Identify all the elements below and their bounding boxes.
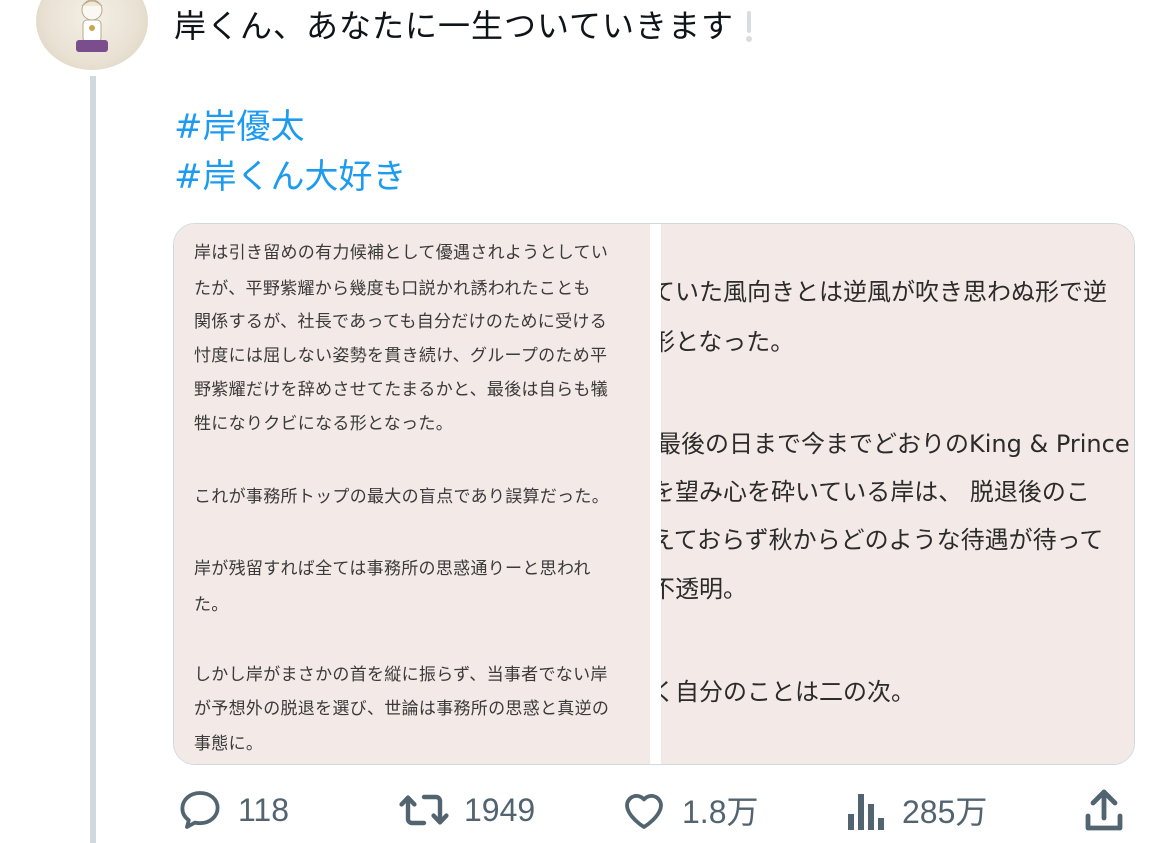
share-icon [1085, 789, 1123, 831]
image-text-line: 岸が残留すれば全ては事務所の思惑通りーと思われ [194, 559, 591, 579]
image-text-line: 不透明。 [661, 575, 747, 603]
image-text-line: 牲になりクビになる形となった。 [194, 414, 453, 434]
image-text-line: しかし岸がまさかの首を縦に振らず、当事者でない岸 [194, 665, 608, 685]
reply-count: 118 [238, 791, 290, 828]
media-gallery: 岸は引き留めの有力候補として優遇されようとしてい たが、平野紫耀から幾度も口説か… [173, 223, 1135, 765]
image-text-line: 岸は引き留めの有力候補として優遇されようとしてい [194, 243, 609, 263]
tweet-text: 岸くん、あなたに一生ついていきます [174, 6, 754, 46]
image-text-line: ていた風向きとは逆風が吹き思わぬ形で逆 [661, 278, 1107, 306]
retweet-count: 1949 [464, 791, 536, 828]
like-count: 1.8万 [682, 794, 759, 830]
image-text-line: えておらず秋からどのような待遇が待って [661, 526, 1104, 554]
media-divider [650, 224, 661, 764]
reply-icon [180, 791, 220, 829]
image-text-line: 事態に。 [194, 734, 264, 754]
image-text-line: 忖度には屈しない姿勢を貫き続け、グループのため平 [194, 346, 608, 366]
hashtag-link[interactable]: #岸くん大好き [174, 155, 407, 199]
like-icon [625, 794, 663, 829]
image-text-line: これが事務所トップの最大の盲点であり誤算だった。 [194, 487, 610, 507]
image-text-line: 野紫耀だけを辞めさせてたまるかと、最後は自らも犠 [194, 380, 609, 400]
image-text-line: た。 [194, 595, 229, 615]
media-image-left[interactable]: 岸は引き留めの有力候補として優遇されようとしてい たが、平野紫耀から幾度も口説か… [174, 224, 650, 764]
tweet-text-content: 岸くん、あなたに一生ついていきます [174, 7, 735, 45]
image-text-line: 形となった。 [661, 328, 795, 356]
image-text-line: たが、平野紫耀から幾度も口説かれ誘われたことも [194, 279, 591, 299]
views-count: 285万 [902, 794, 988, 830]
reply-button[interactable]: 118 [176, 780, 289, 840]
image-text-line: を望み心を砕いている岸は、 脱退後のこ [661, 478, 1090, 506]
action-bar: 118 1949 1.8万 285万 [0, 780, 1170, 840]
retweet-icon [399, 794, 449, 826]
retweet-button[interactable]: 1949 [398, 780, 535, 840]
image-text-line: く自分のことは二の次。 [661, 678, 915, 706]
image-text-line: 最後の日まで今までどおりのKing & Prince [661, 430, 1130, 458]
avatar[interactable] [36, 0, 148, 70]
views-button[interactable]: 285万 [844, 780, 987, 840]
hashtag-link[interactable]: #岸優太 [174, 105, 305, 149]
views-icon [848, 794, 884, 830]
avatar-figure [76, 0, 108, 52]
image-text-line: が予想外の脱退を選び、世論は事務所の思惑と真逆の [194, 699, 610, 719]
exclamation-icon [746, 11, 753, 42]
like-button[interactable]: 1.8万 [620, 780, 759, 840]
image-text-line: 関係するが、社長であっても自分だけのために受ける [194, 312, 607, 332]
thread-line [90, 76, 96, 843]
share-button[interactable] [1084, 780, 1124, 840]
media-image-right[interactable]: ていた風向きとは逆風が吹き思わぬ形で逆 形となった。 最後の日まで今までどおりの… [661, 224, 1134, 764]
